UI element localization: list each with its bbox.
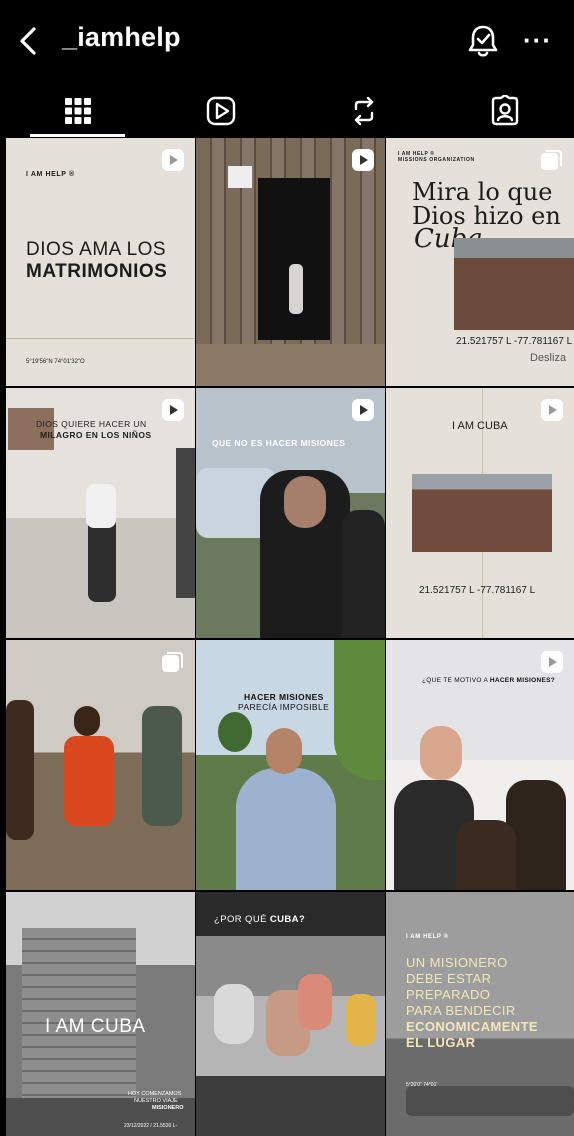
child-figure (214, 984, 254, 1044)
paper-sign (228, 166, 252, 188)
post-title-part: HACER MISIONES? (489, 677, 555, 684)
tab-tagged[interactable] (433, 84, 574, 138)
child-figure (289, 264, 303, 314)
tab-reposts[interactable] (292, 84, 435, 138)
post-tile[interactable]: I AM HELP ® MISSIONS ORGANIZATION Mira l… (386, 138, 574, 386)
person-face (266, 728, 302, 774)
person-figure (342, 510, 385, 638)
post-title-line: QUE NO ES HACER MISIONES (212, 438, 346, 448)
post-title-part: ¿QUE TE MOTIVO A (422, 677, 490, 684)
profile-tabs (0, 84, 574, 138)
post-brand: I AM HELP ® (26, 171, 75, 178)
post-tile[interactable]: I AM HELP ® DIOS AMA LOS MATRIMONIOS 5°1… (6, 138, 195, 386)
foreground-area (196, 1076, 385, 1136)
post-title-part: ¿POR QUÉ (214, 914, 270, 925)
carousel-badge-icon (162, 652, 183, 672)
notification-bell-icon[interactable] (466, 23, 500, 59)
post-coordinates: 21.521757 L -77.781167 L (456, 336, 573, 347)
wooden-steps (196, 344, 385, 386)
post-title-part: CUBA? (269, 914, 306, 925)
post-tile[interactable]: I AM CUBA 21.521757 L -77.781167 L (386, 388, 574, 638)
person-hoodie (236, 768, 336, 890)
post-title: I AM CUBA (45, 1016, 146, 1037)
crowd-photo (412, 474, 552, 552)
reel-badge-icon (541, 399, 563, 421)
child-figure (6, 700, 34, 840)
post-title-line: PREPARADO (406, 987, 491, 1002)
post-title-line: MATRIMONIOS (26, 261, 168, 282)
post-tile[interactable]: ¿QUE TE MOTIVO A HACER MISIONES? (386, 640, 574, 890)
adult-figure (176, 448, 195, 598)
swipe-hint: Desliza (530, 352, 567, 364)
post-coordinates: 5°20'0" 74°01' (406, 1082, 438, 1088)
post-coordinates: 5°19'56"N 74°01'32"O (26, 359, 85, 365)
post-tile[interactable]: HACER MISIONES PARECÍA IMPOSIBLE (196, 640, 385, 890)
tagged-icon (491, 95, 518, 126)
crowd-photo (454, 238, 574, 330)
child-figure (142, 706, 182, 826)
post-title-line: PARECÍA IMPOSIBLE (238, 702, 330, 712)
post-title-line: DEBE ESTAR (406, 971, 492, 986)
tab-grid[interactable] (6, 84, 149, 138)
reel-badge-icon (352, 399, 374, 421)
reposts-icon (354, 96, 373, 126)
post-caption: MISIONERO (152, 1105, 184, 1111)
post-tile[interactable]: I AM CUBA HOY COMENZAMOS NUESTRO VIAJE M… (6, 892, 195, 1136)
back-arrow-icon[interactable] (16, 26, 40, 56)
reel-badge-icon (162, 399, 184, 421)
reel-badge-icon (541, 651, 563, 673)
child-figure (346, 994, 376, 1046)
post-date: 23/12/2022 / 21.5520 L- (124, 1123, 178, 1129)
profile-header: _iamhelp ··· (0, 0, 574, 84)
post-tile[interactable] (6, 640, 195, 890)
adult-figure (298, 974, 332, 1030)
post-tile[interactable]: QUE NO ES HACER MISIONES (196, 388, 385, 638)
boats (406, 1086, 574, 1116)
post-title-line: PARA BENDECIR (406, 1003, 516, 1018)
doorway (258, 178, 330, 340)
active-tab-indicator (30, 134, 125, 137)
child-figure (456, 820, 516, 890)
divider (6, 338, 195, 339)
post-subbrand: MISSIONS ORGANIZATION (398, 157, 475, 163)
post-caption: HOY COMENZAMOS (128, 1091, 182, 1097)
post-title-line: UN MISIONERO (406, 955, 508, 970)
grid-icon (64, 98, 91, 124)
post-title: I AM CUBA (452, 420, 508, 432)
post-brand: I AM HELP ® (406, 934, 449, 940)
child-red-dress (64, 736, 114, 826)
person-face (420, 726, 462, 780)
post-title-line: ¿QUE TE MOTIVO A HACER MISIONES? (422, 677, 555, 684)
post-caption: NUESTRO VIAJE (134, 1098, 178, 1104)
reel-badge-icon (162, 149, 184, 171)
post-title-line: DIOS QUIERE HACER UN (36, 419, 147, 429)
post-title-line: HACER MISIONES (244, 692, 324, 702)
reel-badge-icon (352, 149, 374, 171)
carousel-badge-icon (541, 150, 562, 170)
palm-leaves (334, 640, 385, 780)
post-coordinates: 21.521757 L -77.781167 L (419, 585, 536, 596)
post-tile[interactable]: ¿POR QUÉ CUBA? (196, 892, 385, 1136)
posts-grid: I AM HELP ® DIOS AMA LOS MATRIMONIOS 5°1… (6, 138, 574, 1136)
profile-username: _iamhelp (62, 22, 181, 52)
post-title-line: EL LUGAR (406, 1035, 476, 1050)
post-title-line: DIOS AMA LOS (26, 239, 167, 260)
more-options-icon[interactable]: ··· (523, 27, 551, 53)
reels-icon (206, 96, 235, 126)
post-title-line: ¿POR QUÉ CUBA? (214, 914, 305, 925)
child-shirt (86, 484, 116, 528)
tab-reels[interactable] (149, 84, 292, 138)
palm-tree (218, 712, 252, 752)
child-head (74, 706, 100, 736)
post-tile[interactable]: DIOS QUIERE HACER UN MILAGRO EN LOS NIÑO… (6, 388, 195, 638)
post-title-line: MILAGRO EN LOS NIÑOS (40, 430, 152, 440)
post-tile[interactable]: I AM HELP ® UN MISIONERO DEBE ESTAR PREP… (386, 892, 574, 1136)
window (8, 408, 54, 450)
person-face (284, 476, 326, 528)
post-title-line: ECONOMICAMENTE (406, 1019, 538, 1034)
post-tile[interactable] (196, 138, 385, 386)
